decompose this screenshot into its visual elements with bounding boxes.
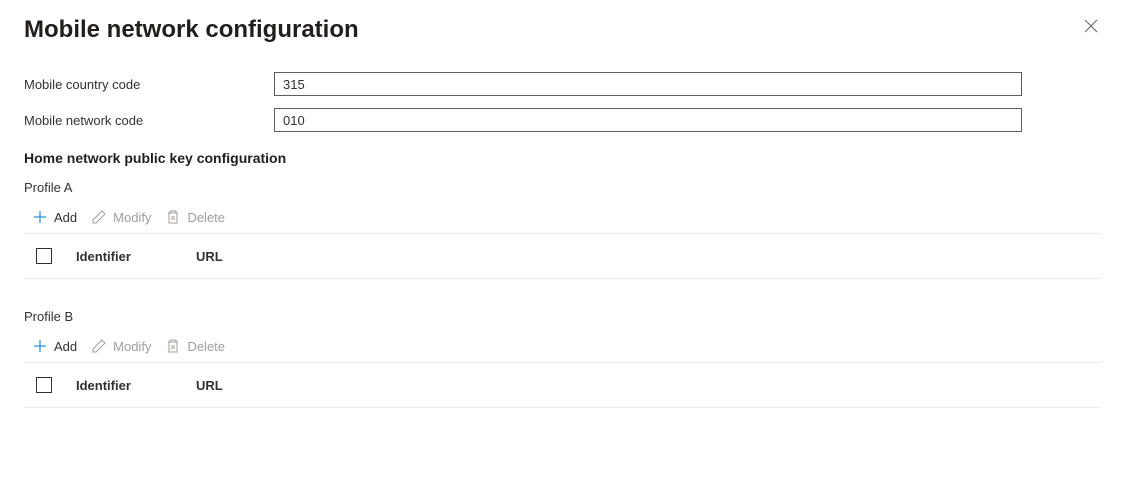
profile-a-table-header: Identifier URL (24, 234, 1101, 279)
profile-a-select-all-checkbox[interactable] (36, 248, 52, 264)
section-heading: Home network public key configuration (24, 150, 1101, 166)
profile-a-add-button[interactable]: Add (32, 209, 77, 225)
mnc-input[interactable] (274, 108, 1022, 132)
delete-label: Delete (187, 339, 225, 354)
plus-icon (32, 338, 48, 354)
profile-a-delete-button[interactable]: Delete (165, 209, 225, 225)
close-button[interactable] (1081, 16, 1101, 36)
column-header-identifier: Identifier (76, 378, 196, 393)
mcc-input[interactable] (274, 72, 1022, 96)
add-label: Add (54, 339, 77, 354)
profile-b-delete-button[interactable]: Delete (165, 338, 225, 354)
profile-a-label: Profile A (24, 180, 1101, 195)
profile-b-toolbar: Add Modify Delete (24, 334, 1101, 363)
column-header-identifier: Identifier (76, 249, 196, 264)
pencil-icon (91, 209, 107, 225)
profile-b-add-button[interactable]: Add (32, 338, 77, 354)
profile-a-modify-button[interactable]: Modify (91, 209, 151, 225)
delete-label: Delete (187, 210, 225, 225)
add-label: Add (54, 210, 77, 225)
modify-label: Modify (113, 210, 151, 225)
trash-icon (165, 209, 181, 225)
column-header-url: URL (196, 378, 223, 393)
close-icon (1084, 19, 1098, 33)
profile-b-modify-button[interactable]: Modify (91, 338, 151, 354)
page-title: Mobile network configuration (24, 16, 359, 44)
mnc-label: Mobile network code (24, 113, 274, 128)
trash-icon (165, 338, 181, 354)
profile-b-label: Profile B (24, 309, 1101, 324)
modify-label: Modify (113, 339, 151, 354)
profile-a-block: Profile A Add Modify (24, 180, 1101, 279)
profile-a-toolbar: Add Modify Delete (24, 205, 1101, 234)
profile-b-table-header: Identifier URL (24, 363, 1101, 408)
profile-b-select-all-checkbox[interactable] (36, 377, 52, 393)
mcc-label: Mobile country code (24, 77, 274, 92)
profile-b-block: Profile B Add Modify (24, 309, 1101, 408)
plus-icon (32, 209, 48, 225)
pencil-icon (91, 338, 107, 354)
column-header-url: URL (196, 249, 223, 264)
